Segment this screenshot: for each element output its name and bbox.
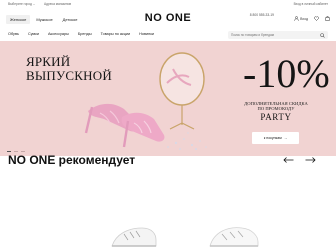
prev-button[interactable] xyxy=(282,154,294,166)
search-box xyxy=(228,31,328,39)
product-carousel xyxy=(0,206,336,252)
shop-now-label: к покупкам xyxy=(263,136,282,140)
phone-number[interactable]: 8 800 555-33-19 xyxy=(250,13,274,17)
nav-item-bags[interactable]: Сумки xyxy=(28,32,39,36)
promo-line-2: по промокоду xyxy=(257,106,295,112)
nav-item-accessories[interactable]: Аксессуары xyxy=(48,32,69,36)
search-icon[interactable] xyxy=(320,32,325,38)
top-bar: Выберите город ⌄ Адреса магазинов Вход в… xyxy=(0,0,336,8)
user-icon xyxy=(294,16,299,21)
nav-item-shoes[interactable]: Обувь xyxy=(8,32,19,36)
login-label: Вход xyxy=(300,16,308,21)
site-logo[interactable]: NO ONE xyxy=(0,12,336,24)
nav-item-brands[interactable]: Бренды xyxy=(78,32,92,36)
main-nav: Обувь Сумки Аксессуары Бренды Товары по … xyxy=(0,30,336,40)
arrow-left-icon xyxy=(282,157,293,163)
product-image[interactable] xyxy=(204,206,264,252)
login-link[interactable]: Вход xyxy=(294,16,308,21)
heart-icon[interactable] xyxy=(314,16,319,21)
account-link[interactable]: Вход в личный кабинет xyxy=(294,2,328,6)
product-image[interactable] xyxy=(104,206,164,252)
header: Женское Мужское Детское NO ONE 8 800 555… xyxy=(0,8,336,30)
promo-banner[interactable]: ЯРКИЙ ВЫПУСКНОЙ -10% дополнительная скид… xyxy=(0,41,336,156)
bag-icon[interactable] xyxy=(325,16,330,21)
nav-item-new[interactable]: Новинки xyxy=(139,32,154,36)
shoes-image xyxy=(84,103,207,150)
arrow-right-icon xyxy=(305,157,316,163)
promo-code: PARTY xyxy=(260,112,292,122)
carousel-arrows xyxy=(282,154,316,166)
city-selector[interactable]: Выберите город ⌄ xyxy=(8,2,35,6)
next-button[interactable] xyxy=(304,154,316,166)
promo-text: дополнительная скидка по промокоду xyxy=(239,101,313,111)
carousel-dot[interactable] xyxy=(14,151,18,152)
carousel-dot[interactable] xyxy=(7,151,11,152)
recommend-title: NO ONE рекомендует xyxy=(8,153,136,167)
discount-value: -10% xyxy=(243,51,330,96)
nav-item-sale[interactable]: Товары по акции xyxy=(101,32,131,36)
carousel-dots xyxy=(7,151,25,152)
search-input[interactable] xyxy=(231,31,317,39)
header-actions: Вход xyxy=(294,16,330,21)
shop-now-button[interactable]: к покупкам → xyxy=(252,132,299,144)
stores-link[interactable]: Адреса магазинов xyxy=(44,2,71,6)
arrow-right-icon: → xyxy=(283,136,288,140)
carousel-dot[interactable] xyxy=(21,151,25,152)
